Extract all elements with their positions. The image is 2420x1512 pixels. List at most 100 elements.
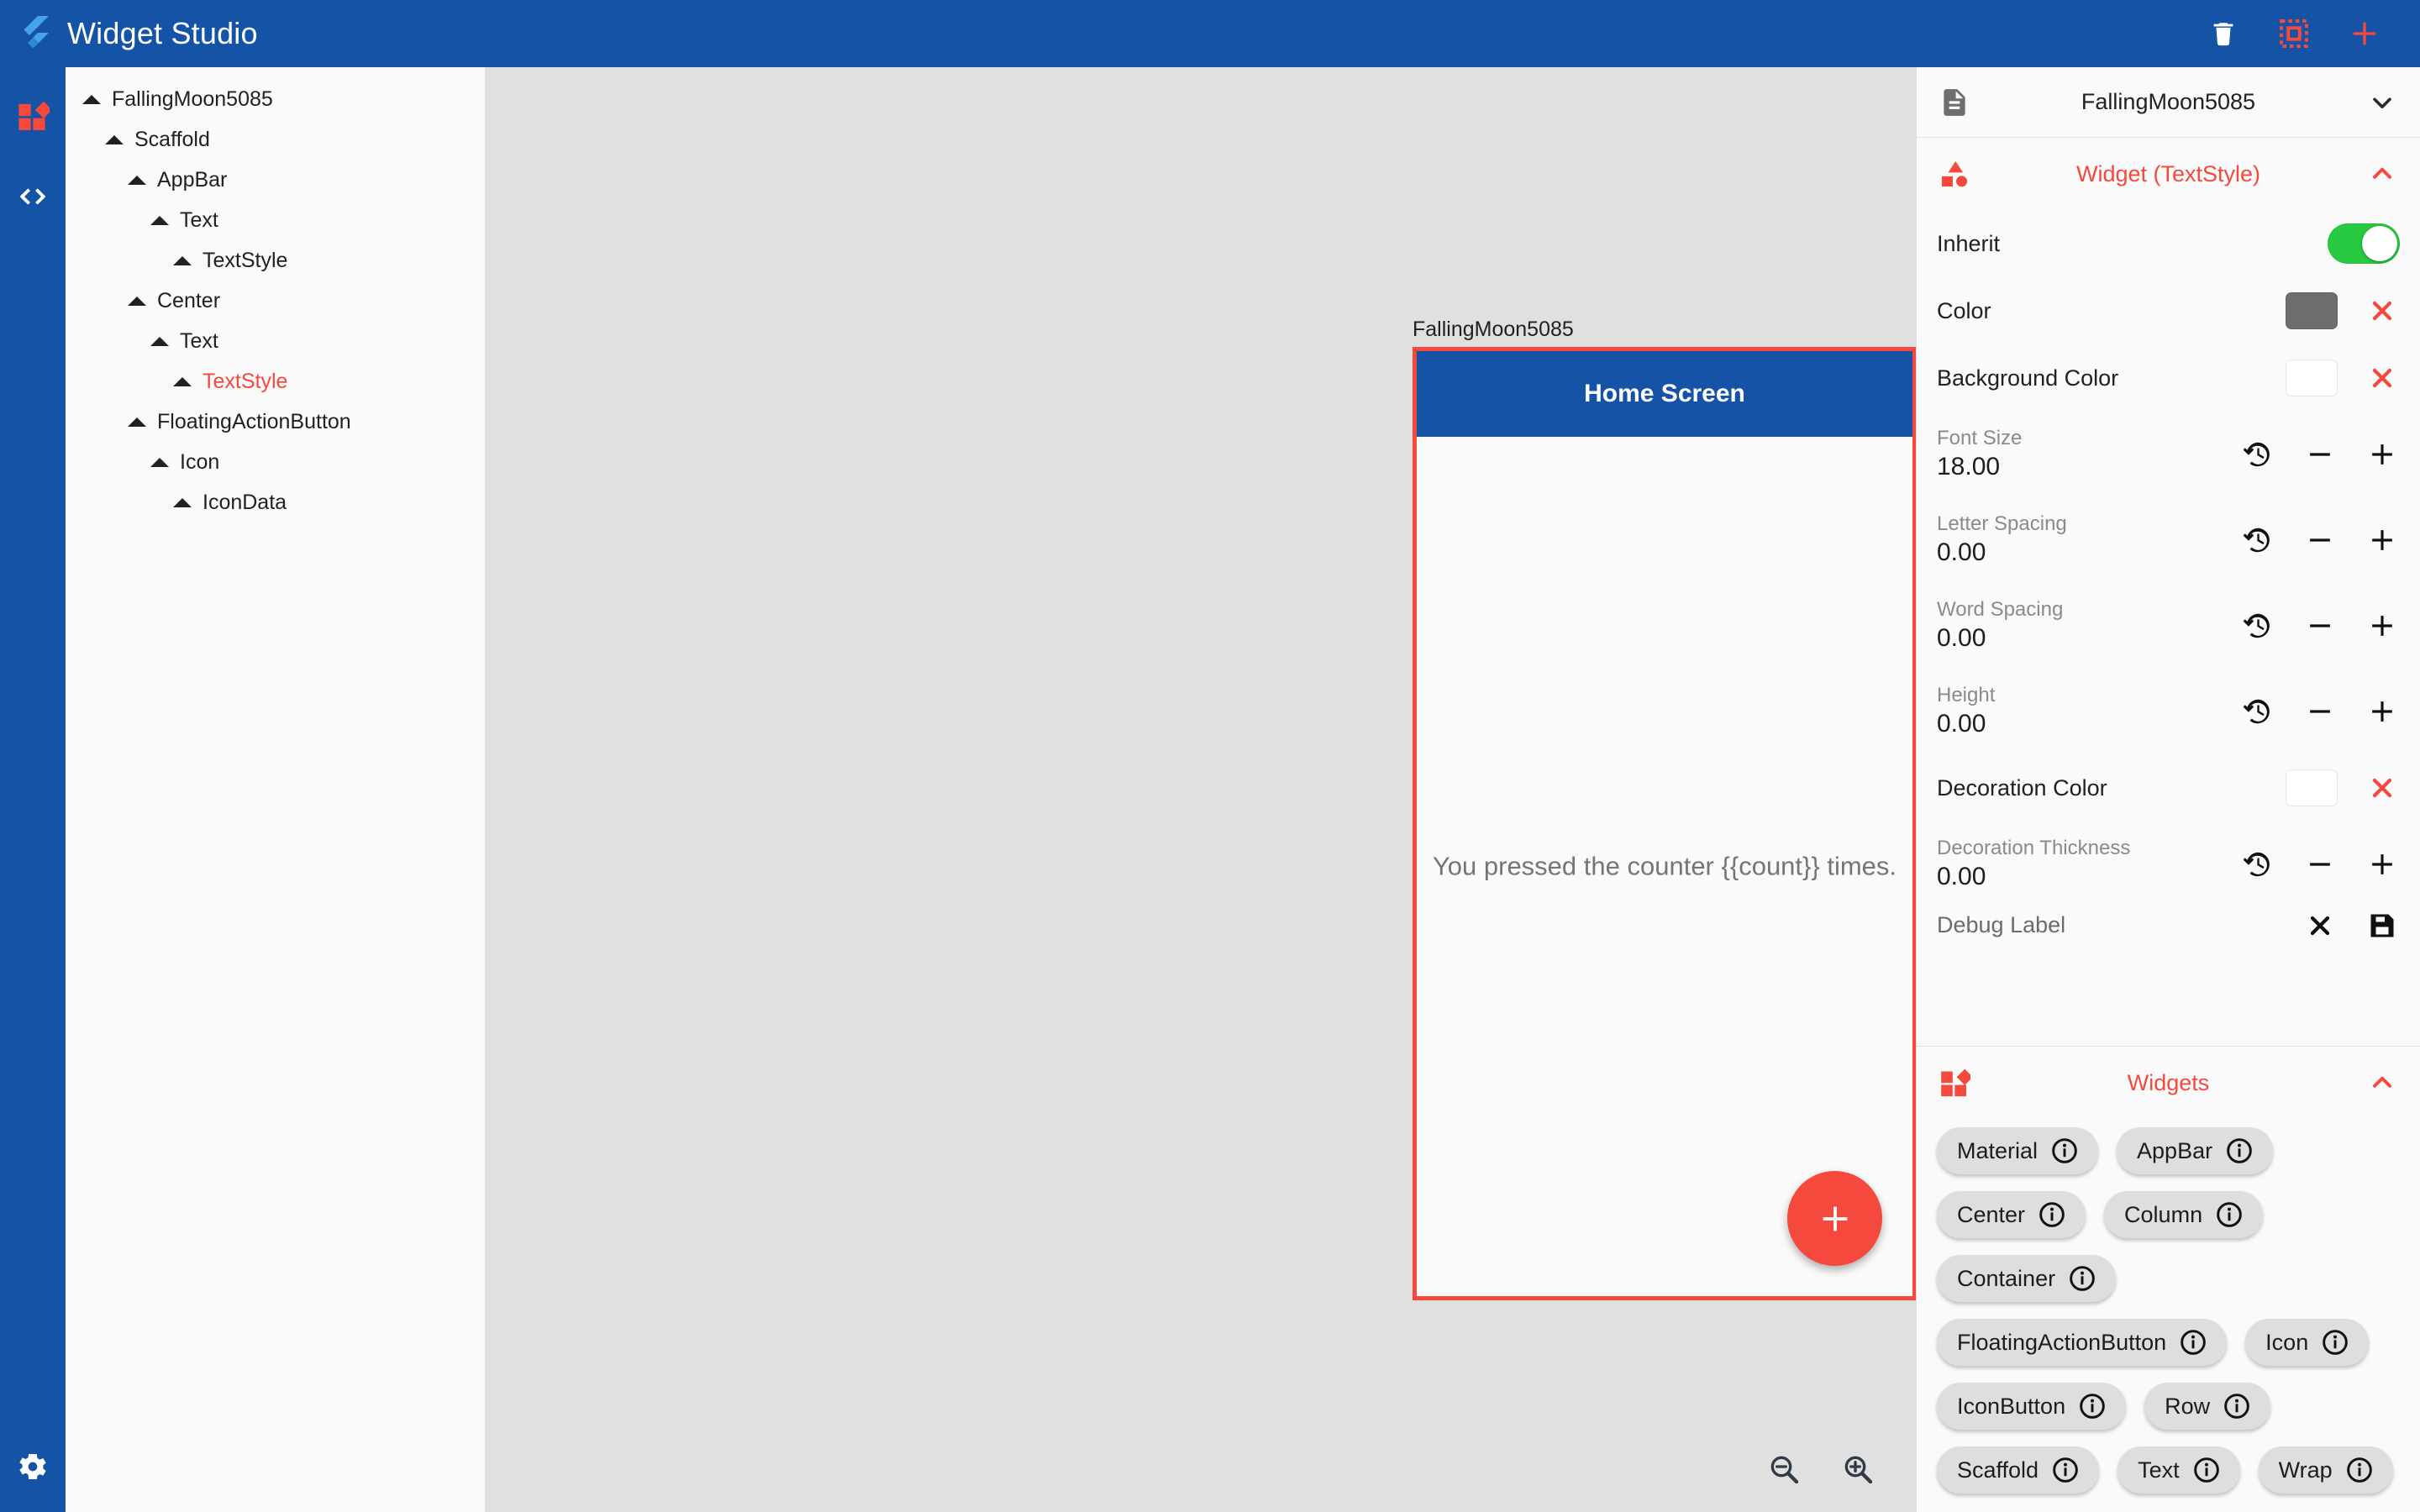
info-icon[interactable] <box>2051 1137 2078 1164</box>
property-value[interactable]: 0.00 <box>1937 708 2240 740</box>
triangle-up-icon[interactable] <box>173 376 192 386</box>
tree-item[interactable]: Icon <box>66 442 485 482</box>
widget-chip[interactable]: Icon <box>2245 1319 2370 1366</box>
tree-item[interactable]: Text <box>66 321 485 361</box>
tree-item[interactable]: Scaffold <box>66 119 485 160</box>
triangle-up-icon[interactable] <box>150 457 169 467</box>
tree-item[interactable]: FallingMoon5085 <box>66 79 485 119</box>
minus-icon[interactable] <box>2302 608 2338 643</box>
info-icon[interactable] <box>2069 1265 2096 1292</box>
chevron-up-icon[interactable] <box>2365 156 2400 192</box>
widget-tree-list: FallingMoon5085 Scaffold AppBar Text TextSty… <box>66 79 485 522</box>
widget-chip[interactable]: Text <box>2118 1446 2240 1494</box>
toggle-knob <box>2362 226 2397 261</box>
triangle-up-icon[interactable] <box>173 497 192 507</box>
info-icon[interactable] <box>2223 1393 2250 1420</box>
triangle-up-icon[interactable] <box>82 94 101 104</box>
triangle-up-icon[interactable] <box>173 255 192 265</box>
color-swatch[interactable] <box>2286 292 2338 329</box>
reset-icon[interactable] <box>2240 608 2275 643</box>
zoom-out-icon[interactable] <box>1766 1452 1802 1487</box>
property-actions <box>2286 360 2400 396</box>
plus-icon[interactable] <box>2365 437 2400 472</box>
info-icon[interactable] <box>2180 1329 2207 1356</box>
info-icon[interactable] <box>2216 1201 2243 1228</box>
widget-chip[interactable]: AppBar <box>2117 1127 2274 1174</box>
tree-item[interactable]: AppBar <box>66 160 485 200</box>
color-swatch[interactable] <box>2286 769 2338 806</box>
save-icon[interactable] <box>2365 908 2400 943</box>
reset-icon[interactable] <box>2240 522 2275 558</box>
property-value[interactable]: 0.00 <box>1937 622 2240 654</box>
info-icon[interactable] <box>2346 1457 2373 1483</box>
widget-chip[interactable]: Container <box>1937 1255 2117 1302</box>
info-icon[interactable] <box>2193 1457 2220 1483</box>
inherit-toggle[interactable] <box>2328 223 2400 264</box>
minus-icon[interactable] <box>2302 522 2338 558</box>
widget-chip[interactable]: FloatingActionButton <box>1937 1319 2228 1366</box>
close-icon[interactable] <box>2302 908 2338 943</box>
widget-section-header[interactable]: Widget (TextStyle) <box>1917 138 2420 210</box>
property-rows: Inherit Color Background Color Font Size 18.… <box>1917 210 2420 944</box>
close-icon[interactable] <box>2365 293 2400 328</box>
triangle-up-icon[interactable] <box>150 215 169 225</box>
widget-chip[interactable]: Wrap <box>2258 1446 2393 1494</box>
info-icon[interactable] <box>2039 1201 2065 1228</box>
tree-item[interactable]: FloatingActionButton <box>66 402 485 442</box>
triangle-up-icon[interactable] <box>128 417 146 427</box>
plus-icon[interactable] <box>2365 694 2400 729</box>
info-icon[interactable] <box>2322 1329 2349 1356</box>
tree-item[interactable]: IconData <box>66 482 485 522</box>
dashed-square-icon[interactable] <box>2277 17 2311 50</box>
widgets-section: Widgets Material AppBar Center Column Contai… <box>1917 1046 2420 1512</box>
widget-chip[interactable]: Center <box>1937 1191 2086 1238</box>
property-value[interactable]: 0.00 <box>1937 861 2240 893</box>
widgets-section-header[interactable]: Widgets <box>1917 1047 2420 1119</box>
widget-chip[interactable]: IconButton <box>1937 1383 2127 1430</box>
minus-icon[interactable] <box>2302 847 2338 882</box>
triangle-up-icon[interactable] <box>105 134 124 144</box>
widget-chip[interactable]: Row <box>2144 1383 2271 1430</box>
triangle-up-icon[interactable] <box>150 336 169 346</box>
property-value[interactable]: 0.00 <box>1937 537 2240 569</box>
preview-canvas[interactable]: FallingMoon5085 Home Screen You pressed … <box>486 67 1916 1512</box>
widget-chip[interactable]: Column <box>2104 1191 2264 1238</box>
plus-icon[interactable] <box>2365 847 2400 882</box>
plus-icon[interactable] <box>2365 522 2400 558</box>
device-frame[interactable]: Home Screen You pressed the counter {{co… <box>1413 347 1916 1300</box>
widget-chip[interactable]: Material <box>1937 1127 2099 1174</box>
close-icon[interactable] <box>2365 360 2400 396</box>
widget-chip[interactable]: Scaffold <box>1937 1446 2100 1494</box>
code-icon[interactable] <box>14 178 51 215</box>
minus-icon[interactable] <box>2302 694 2338 729</box>
close-icon[interactable] <box>2365 770 2400 806</box>
chevron-up-icon[interactable] <box>2365 1065 2400 1100</box>
inspector-header[interactable]: FallingMoon5085 <box>1917 67 2420 138</box>
preview-appbar[interactable]: Home Screen <box>1417 351 1912 437</box>
gear-icon[interactable] <box>14 1448 51 1485</box>
tree-item[interactable]: Text <box>66 200 485 240</box>
property-value[interactable]: 18.00 <box>1937 451 2240 483</box>
zoom-in-icon[interactable] <box>1840 1452 1876 1487</box>
info-icon[interactable] <box>2079 1393 2106 1420</box>
reset-icon[interactable] <box>2240 437 2275 472</box>
plus-icon[interactable] <box>2365 608 2400 643</box>
triangle-up-icon[interactable] <box>128 175 146 185</box>
widgets-icon[interactable] <box>14 97 51 134</box>
preview-fab-button[interactable] <box>1787 1171 1882 1266</box>
plus-icon[interactable] <box>2348 17 2381 50</box>
reset-icon[interactable] <box>2240 694 2275 729</box>
chevron-down-icon[interactable] <box>2365 85 2400 120</box>
color-swatch[interactable] <box>2286 360 2338 396</box>
trash-icon[interactable] <box>2207 17 2240 50</box>
minus-icon[interactable] <box>2302 437 2338 472</box>
reset-icon[interactable] <box>2240 847 2275 882</box>
tree-item[interactable]: TextStyle <box>66 240 485 281</box>
info-icon[interactable] <box>2052 1457 2079 1483</box>
tree-item[interactable]: TextStyle <box>66 361 485 402</box>
info-icon[interactable] <box>2226 1137 2253 1164</box>
triangle-up-icon[interactable] <box>128 296 146 306</box>
tree-item[interactable]: Center <box>66 281 485 321</box>
property-actions <box>2240 437 2400 472</box>
property-row: Color <box>1917 277 2420 344</box>
